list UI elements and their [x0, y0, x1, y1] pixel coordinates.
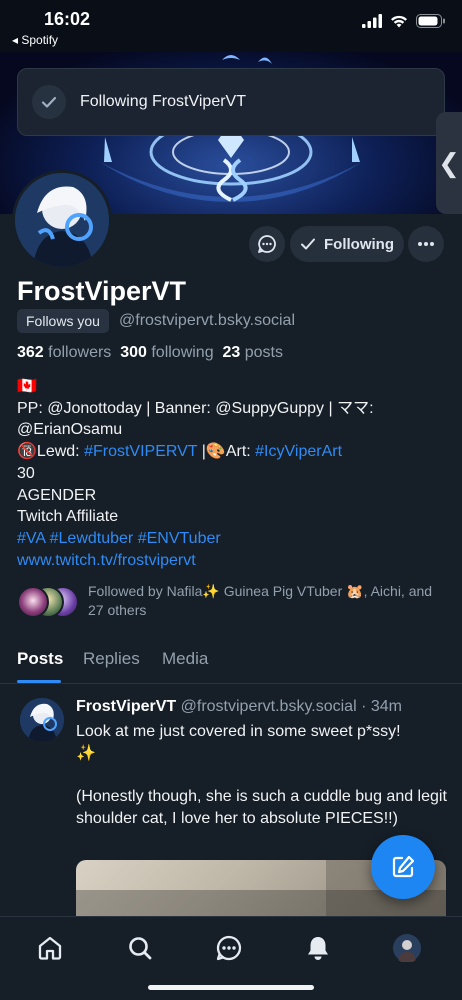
profile-display-name: FrostViperVT: [17, 276, 187, 306]
post-author-handle[interactable]: @frostvipervt.bsky.social: [181, 698, 357, 715]
message-icon: [258, 235, 276, 253]
profile-bio: 🇨🇦 PP: @Jonottoday | Banner: @SuppyGuppy…: [17, 376, 447, 571]
bio-age: 30: [17, 464, 35, 482]
bio-gender: AGENDER: [17, 486, 97, 504]
hashtag-link[interactable]: #Lewdtuber: [50, 530, 134, 547]
hashtag-link[interactable]: #FrostVIPERVT: [84, 443, 197, 460]
followers-link[interactable]: 362 followers: [17, 344, 111, 361]
back-to-app-link[interactable]: ◂ Spotify: [12, 33, 58, 47]
toast-message: Following FrostViperVT: [80, 93, 246, 110]
post-author-avatar[interactable]: [20, 698, 64, 742]
more-options-button[interactable]: [408, 226, 444, 262]
nav-profile[interactable]: [392, 933, 422, 963]
message-button[interactable]: [249, 226, 285, 262]
chat-icon: [216, 935, 242, 961]
compose-icon: [392, 855, 415, 878]
profile-tabs: Posts Replies Media: [0, 644, 462, 684]
bell-icon: [308, 937, 328, 960]
side-drawer-handle[interactable]: ❮: [436, 112, 462, 214]
follows-you-badge: Follows you: [17, 309, 109, 333]
chevron-left-icon: ❮: [438, 147, 460, 178]
wifi-icon: [391, 15, 407, 28]
checkmark-icon: [32, 85, 66, 119]
following-button-label: Following: [324, 235, 394, 253]
signal-icon: [362, 14, 382, 28]
status-icons: [362, 14, 446, 28]
tab-replies[interactable]: Replies: [83, 649, 140, 669]
nav-notifications[interactable]: [303, 933, 333, 963]
battery-icon: [416, 14, 445, 28]
website-link[interactable]: www.twitch.tv/frostvipervt: [17, 552, 196, 569]
profile-handle: @frostvipervt.bsky.social: [119, 312, 295, 329]
hashtag-link[interactable]: #IcyViperArt: [255, 443, 342, 460]
search-icon: [129, 937, 152, 960]
checkmark-icon: [301, 238, 315, 250]
post-timestamp: · 34m: [361, 698, 402, 715]
profile-stats: 362 followers 300 following 23 posts: [17, 344, 283, 362]
post-author-name[interactable]: FrostViperVT: [76, 698, 176, 715]
nav-home[interactable]: [35, 933, 65, 963]
bio-flag: 🇨🇦: [17, 378, 37, 395]
tab-media[interactable]: Media: [162, 649, 208, 669]
profile-avatar: [393, 934, 421, 962]
following-link[interactable]: 300 following: [120, 344, 213, 361]
nav-chat[interactable]: [214, 933, 244, 963]
followed-by-text[interactable]: Followed by Nafila✨ Guinea Pig VTuber 🐹,…: [88, 582, 448, 620]
more-icon: [418, 242, 434, 246]
tab-posts[interactable]: Posts: [17, 649, 63, 669]
active-tab-indicator: [17, 680, 61, 683]
status-time: 16:02: [44, 9, 91, 29]
post-header: FrostViperVT @frostvipervt.bsky.social ·…: [76, 698, 402, 716]
following-button[interactable]: Following: [290, 226, 404, 262]
hashtag-link[interactable]: #VA: [17, 530, 45, 547]
bio-affiliate: Twitch Affiliate: [17, 508, 119, 526]
profile-avatar[interactable]: [12, 170, 112, 270]
hashtag-link[interactable]: #ENVTuber: [138, 530, 221, 547]
avatar: [17, 586, 49, 618]
home-indicator: [148, 985, 314, 990]
nav-search[interactable]: [125, 933, 155, 963]
bio-hashtags: #VA #Lewdtuber #ENVTuber: [17, 528, 447, 550]
home-icon: [38, 936, 62, 960]
compose-post-button[interactable]: [371, 835, 435, 899]
post-body: Look at me just covered in some sweet p*…: [76, 723, 447, 827]
bio-links-line: 🔞Lewd: #FrostVIPERVT |🎨Art: #IcyViperArt: [17, 443, 343, 461]
status-bar: 16:02 ◂ Spotify: [0, 0, 462, 52]
bio-credits: PP: @Jonottoday | Banner: @SuppyGuppy | …: [17, 399, 374, 439]
posts-count: 23 posts: [222, 344, 284, 361]
followed-by-avatars[interactable]: [17, 586, 79, 618]
toast-notification: Following FrostViperVT: [17, 68, 445, 136]
